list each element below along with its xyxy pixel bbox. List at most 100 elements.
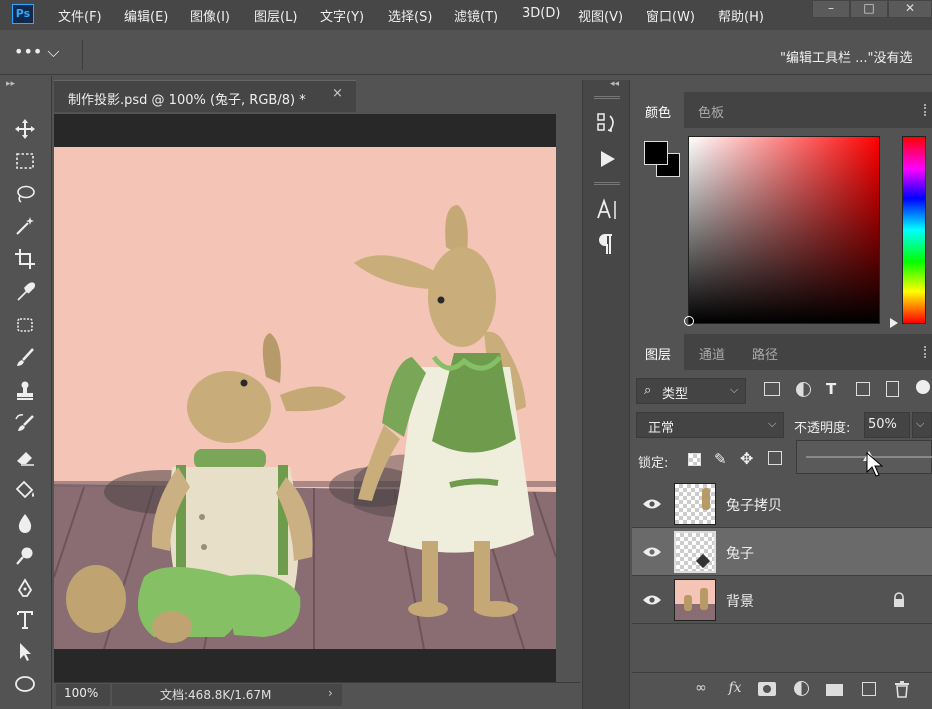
menu-edit[interactable]: 编辑(E)	[124, 6, 168, 25]
rabbit-thumbnail-figure	[684, 595, 692, 611]
search-icon: ⌕	[644, 383, 652, 398]
toolbar-collapse-icon[interactable]: ▸▸	[6, 79, 15, 89]
collapsed-panel-strip	[582, 80, 630, 709]
chevron-down-icon: ⌵	[768, 417, 777, 430]
opacity-label: 不透明度:	[794, 421, 851, 436]
menu-image[interactable]: 图像(I)	[190, 6, 230, 25]
rabbit-photo	[54, 205, 556, 649]
blend-mode-value: 正常	[648, 421, 675, 436]
tab-channels[interactable]: 通道	[686, 334, 738, 370]
hue-slider[interactable]	[902, 136, 926, 324]
chevron-down-icon: ⌵	[916, 417, 925, 430]
panel-menu-icon[interactable]	[924, 104, 930, 116]
menu-select[interactable]: 选择(S)	[388, 6, 432, 25]
zoom-level[interactable]: 100%	[64, 686, 98, 700]
pen-tool-icon[interactable]	[12, 576, 38, 602]
blur-tool-icon[interactable]	[12, 510, 38, 536]
type-tool-icon[interactable]	[12, 607, 38, 633]
tab-color[interactable]: 颜色	[632, 92, 684, 128]
adjustment-icon[interactable]	[794, 681, 809, 696]
options-hint-text: "编辑工具栏 ..."没有选	[780, 51, 913, 66]
close-window-button[interactable]: ✕	[888, 0, 932, 18]
lasso-tool-icon[interactable]	[12, 181, 38, 207]
folder-icon[interactable]	[826, 684, 843, 696]
menu-3d[interactable]: 3D(D)	[522, 6, 560, 24]
lock-label: 锁定:	[638, 456, 669, 471]
menu-filter[interactable]: 滤镜(T)	[454, 6, 498, 25]
type-filter-icon[interactable]: T	[826, 380, 836, 398]
trash-icon[interactable]	[894, 680, 910, 702]
vertical-scroll-area[interactable]	[556, 80, 580, 682]
restore-button[interactable]: □	[850, 0, 888, 18]
mask-icon[interactable]	[758, 682, 776, 696]
opacity-value: 50%	[868, 417, 897, 432]
minimize-button[interactable]: –	[812, 0, 850, 18]
image-canvas[interactable]	[54, 147, 556, 649]
eye-icon[interactable]	[642, 497, 662, 511]
filter-toggle-icon[interactable]	[916, 380, 930, 394]
shape-filter-icon[interactable]	[856, 382, 870, 396]
tab-swatches[interactable]: 色板	[686, 92, 736, 128]
hue-slider-marker-icon[interactable]	[890, 318, 898, 328]
patch-tool-icon[interactable]	[12, 312, 38, 338]
new-layer-icon[interactable]	[862, 682, 876, 696]
chevron-down-icon: ⌵	[730, 383, 739, 396]
character-panel-icon[interactable]	[592, 196, 622, 224]
eye-icon[interactable]	[642, 545, 662, 559]
ellipse-tool-icon[interactable]	[12, 671, 38, 697]
more-options-button[interactable]: ••• ⌵	[14, 42, 74, 68]
menu-help[interactable]: 帮助(H)	[718, 6, 764, 25]
photoshop-logo: Ps	[12, 4, 34, 24]
close-icon[interactable]: ×	[332, 86, 343, 101]
foreground-color-swatch[interactable]	[644, 141, 668, 165]
layer-thumbnail	[674, 579, 716, 621]
brush-tool-icon[interactable]	[12, 345, 38, 371]
crop-tool-icon[interactable]	[12, 246, 38, 272]
tab-paths[interactable]: 路径	[740, 334, 790, 370]
menu-file[interactable]: 文件(F)	[58, 6, 102, 25]
paint-bucket-tool-icon[interactable]	[12, 477, 38, 503]
menu-view[interactable]: 视图(V)	[578, 6, 623, 25]
magic-wand-tool-icon[interactable]	[12, 213, 38, 239]
lock-position-icon[interactable]: ✥	[740, 449, 753, 468]
panel-menu-icon[interactable]	[924, 346, 930, 358]
eyedropper-tool-icon[interactable]	[12, 279, 38, 305]
lock-transparent-icon[interactable]	[688, 453, 701, 466]
mouse-cursor-icon	[866, 451, 884, 482]
color-picker-cursor[interactable]	[684, 316, 694, 326]
grip-icon	[594, 182, 620, 185]
play-actions-icon[interactable]	[592, 145, 622, 173]
lock-image-icon[interactable]: ✎	[714, 450, 727, 468]
fx-icon[interactable]: fx	[724, 680, 746, 700]
history-brush-tool-icon[interactable]	[12, 411, 38, 437]
panel-collapse-icon[interactable]: ◂◂	[610, 79, 619, 89]
marquee-tool-icon[interactable]	[12, 148, 38, 174]
menu-layer[interactable]: 图层(L)	[254, 6, 297, 25]
move-tool-icon[interactable]	[12, 116, 38, 142]
path-select-tool-icon[interactable]	[12, 639, 38, 665]
lock-artboard-icon[interactable]	[768, 451, 782, 465]
stamp-tool-icon[interactable]	[12, 378, 38, 404]
grip-icon	[594, 96, 620, 99]
link-icon[interactable]: ∞	[690, 680, 712, 700]
rabbit-thumbnail-figure	[700, 588, 708, 610]
image-filter-icon[interactable]	[764, 382, 780, 396]
smart-object-filter-icon[interactable]	[886, 381, 899, 397]
eye-icon[interactable]	[642, 593, 662, 607]
paragraph-panel-icon[interactable]	[592, 230, 622, 258]
status-menu-arrow-icon[interactable]: ›	[328, 686, 333, 700]
adjustment-filter-icon[interactable]	[796, 382, 811, 397]
tab-layers[interactable]: 图层	[632, 334, 684, 370]
menu-type[interactable]: 文字(Y)	[320, 6, 364, 25]
color-saturation-field[interactable]	[688, 136, 880, 324]
eraser-tool-icon[interactable]	[12, 444, 38, 470]
layer-filter-label: 类型	[662, 387, 689, 402]
rabbit-thumbnail-figure	[702, 488, 710, 510]
document-tab[interactable]: 制作投影.psd @ 100% (兔子, RGB/8) *	[54, 80, 356, 112]
layer-thumbnail	[674, 531, 716, 573]
menu-window[interactable]: 窗口(W)	[646, 6, 695, 25]
lock-icon[interactable]	[892, 592, 906, 612]
layer-name: 兔子拷贝	[726, 498, 782, 514]
history-icon[interactable]	[592, 110, 622, 138]
dodge-tool-icon[interactable]	[12, 543, 38, 569]
